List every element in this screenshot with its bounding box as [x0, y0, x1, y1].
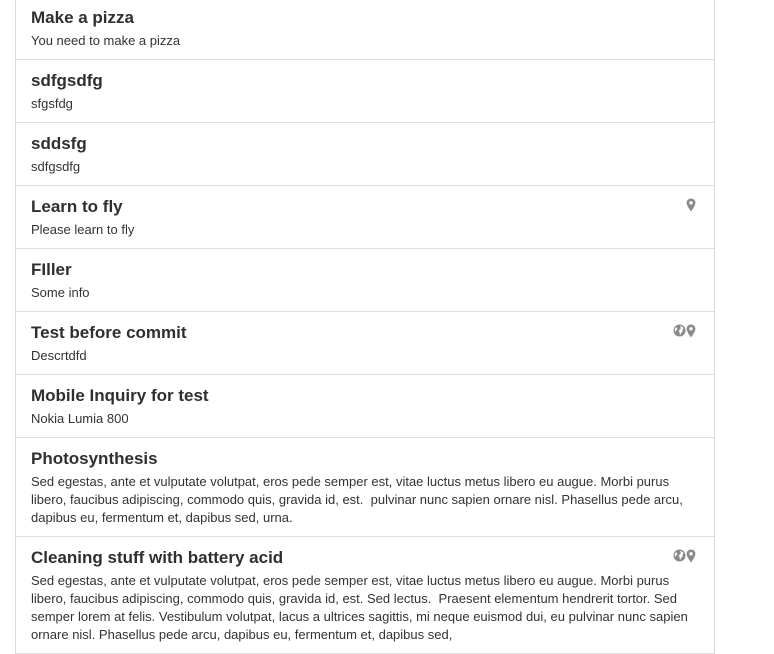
- item-description: Please learn to fly: [31, 222, 135, 237]
- item-description: sfgsfdg: [31, 96, 73, 111]
- task-list: Make a pizza You need to make a pizza sdfg…: [15, 0, 715, 654]
- item-title: Photosynthesis: [31, 449, 158, 468]
- item-title: Test before commit: [31, 323, 187, 342]
- item-title: FIller: [31, 260, 72, 279]
- list-item[interactable]: Mobile Inquiry for test Nokia Lumia 800: [16, 375, 714, 438]
- item-icons: [673, 549, 698, 563]
- item-description: sdfgsdfg: [31, 159, 81, 174]
- item-title: Cleaning stuff with battery acid: [31, 548, 284, 567]
- list-item[interactable]: sdfgsdfg sfgsfdg: [16, 60, 714, 123]
- item-description: Some info: [31, 285, 90, 300]
- list-item[interactable]: Make a pizza You need to make a pizza: [16, 0, 714, 60]
- item-title: Make a pizza: [31, 8, 134, 27]
- list-item[interactable]: Cleaning stuff with battery acid Sed eges…: [16, 537, 714, 654]
- item-description: Sed egestas, ante et vulputate volutpat,…: [31, 474, 687, 525]
- map-marker-icon: [686, 549, 698, 563]
- globe-icon: [673, 324, 686, 338]
- globe-icon: [673, 549, 686, 563]
- list-item[interactable]: Learn to fly Please learn to fly: [16, 186, 714, 249]
- item-description: Nokia Lumia 800: [31, 411, 129, 426]
- item-title: Mobile Inquiry for test: [31, 386, 209, 405]
- item-description: Descrtdfd: [31, 348, 87, 363]
- map-marker-icon: [686, 324, 698, 338]
- list-item[interactable]: Photosynthesis Sed egestas, ante et vulpu…: [16, 438, 714, 537]
- map-marker-icon: [686, 198, 698, 212]
- item-description: Sed egestas, ante et vulputate volutpat,…: [31, 573, 692, 642]
- item-title: Learn to fly: [31, 197, 123, 216]
- list-item[interactable]: Test before commit Descrtdfd: [16, 312, 714, 375]
- list-item[interactable]: FIller Some info: [16, 249, 714, 312]
- list-item[interactable]: sddsfg sdfgsdfg: [16, 123, 714, 186]
- item-title: sdfgsdfg: [31, 71, 103, 90]
- item-title: sddsfg: [31, 134, 87, 153]
- item-icons: [686, 198, 698, 212]
- item-description: You need to make a pizza: [31, 33, 181, 48]
- item-icons: [673, 324, 698, 338]
